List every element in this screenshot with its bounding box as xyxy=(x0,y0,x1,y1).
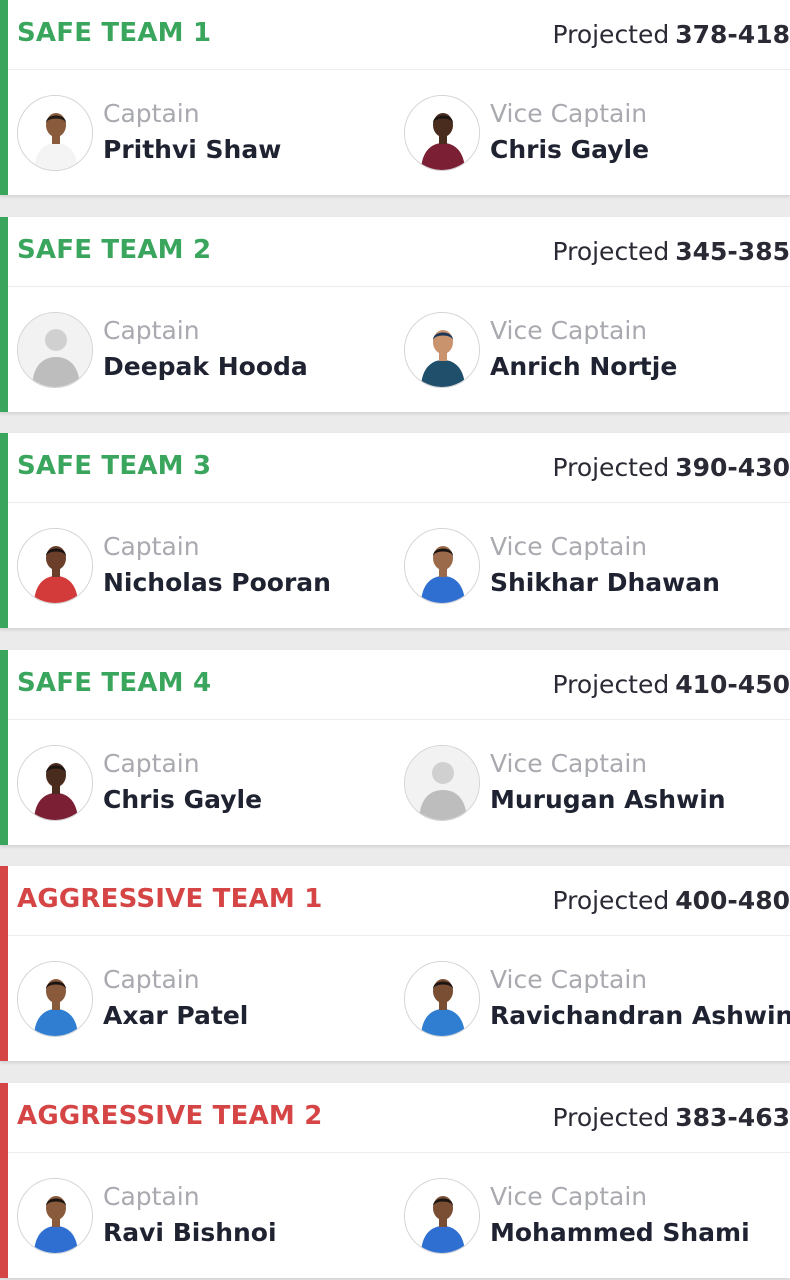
team-name: SAFE TEAM 1 xyxy=(17,18,212,48)
player-avatar xyxy=(404,1178,480,1254)
player-avatar xyxy=(17,311,93,388)
projected-score: Projected 345-385 xyxy=(552,237,790,266)
projected-range: 390-430 xyxy=(675,453,790,483)
player-avatar xyxy=(404,95,480,171)
projected-range: 410-450 xyxy=(675,669,790,699)
team-card-header: SAFE TEAM 2 Projected 345-385 xyxy=(8,217,790,287)
player-avatar xyxy=(404,744,480,821)
projected-label: Projected xyxy=(552,886,670,916)
player-avatar xyxy=(404,528,480,605)
role-label: Vice Captain xyxy=(490,532,648,562)
team-card-header: SAFE TEAM 4 Projected 410-450 xyxy=(8,650,790,720)
player-photo-icon xyxy=(405,1179,479,1253)
player-name: Shikhar Dhawan xyxy=(490,568,720,598)
team-card[interactable]: SAFE TEAM 1 Projected 378-418 Captain Prithv… xyxy=(0,0,790,195)
role-label: Captain xyxy=(103,315,200,345)
role-label: Vice Captain xyxy=(490,99,648,128)
role-label: Captain xyxy=(103,1182,200,1211)
projected-label: Projected xyxy=(552,1103,670,1132)
team-card[interactable]: SAFE TEAM 4 Projected 410-450 Captain Chris … xyxy=(0,649,790,845)
player-photo-icon xyxy=(405,96,479,170)
projected-range: 400-480 xyxy=(675,886,790,916)
player-name: Ravichandran Ashwin xyxy=(490,1001,790,1031)
team-card-header: SAFE TEAM 3 Projected 390-430 xyxy=(8,433,790,504)
team-name: AGGRESSIVE TEAM 1 xyxy=(17,884,323,915)
role-label: Vice Captain xyxy=(490,315,648,345)
role-label: Vice Captain xyxy=(490,965,648,995)
player-name: Ravi Bishnoi xyxy=(103,1218,277,1247)
player-name: Nicholas Pooran xyxy=(103,568,331,598)
projected-label: Projected xyxy=(552,453,670,483)
player-name: Chris Gayle xyxy=(103,784,263,814)
player-photo-icon xyxy=(405,962,479,1037)
projected-label: Projected xyxy=(552,669,670,699)
player-photo-icon xyxy=(405,529,479,604)
player-photo-icon xyxy=(18,962,92,1037)
player-photo-icon xyxy=(405,312,479,387)
player-photo-icon xyxy=(18,529,92,604)
team-name: SAFE TEAM 3 xyxy=(17,451,212,482)
player-name: Anrich Nortje xyxy=(490,351,678,381)
player-name: Prithvi Shaw xyxy=(103,135,282,164)
projected-range: 378-418 xyxy=(675,20,790,49)
player-name: Axar Patel xyxy=(103,1001,249,1031)
player-photo-icon xyxy=(18,745,92,820)
team-card[interactable]: AGGRESSIVE TEAM 2 Projected 383-463 Captain… xyxy=(0,1083,790,1278)
team-name: SAFE TEAM 4 xyxy=(17,667,212,698)
projected-score: Projected 390-430 xyxy=(552,453,790,482)
player-name: Mohammed Shami xyxy=(490,1218,750,1247)
projected-score: Projected 400-480 xyxy=(552,886,790,915)
player-name: Deepak Hooda xyxy=(103,351,308,381)
team-card[interactable]: SAFE TEAM 3 Projected 390-430 Captain Nichol… xyxy=(0,433,790,629)
player-placeholder-icon xyxy=(18,312,92,387)
player-avatar xyxy=(17,744,93,821)
role-label: Captain xyxy=(103,965,200,995)
projected-label: Projected xyxy=(552,20,670,49)
projected-label: Projected xyxy=(552,236,670,266)
player-photo-icon xyxy=(18,1179,92,1253)
player-avatar xyxy=(404,961,480,1038)
player-avatar xyxy=(17,528,93,605)
team-card[interactable]: SAFE TEAM 2 Projected 345-385 Captain Deepak… xyxy=(0,216,790,412)
team-card-header: AGGRESSIVE TEAM 1 Projected 400-480 xyxy=(8,866,790,937)
player-photo-icon xyxy=(18,96,92,170)
projected-range: 345-385 xyxy=(675,236,790,266)
team-card-header: SAFE TEAM 1 Projected 378-418 xyxy=(8,0,790,70)
role-label: Vice Captain xyxy=(490,748,648,778)
role-label: Captain xyxy=(103,99,200,128)
projected-score: Projected 378-418 xyxy=(552,20,790,49)
player-placeholder-icon xyxy=(405,745,479,820)
team-card-header: AGGRESSIVE TEAM 2 Projected 383-463 xyxy=(8,1083,790,1153)
team-name: AGGRESSIVE TEAM 2 xyxy=(17,1101,323,1131)
team-name: SAFE TEAM 2 xyxy=(17,234,212,265)
projected-range: 383-463 xyxy=(675,1103,790,1132)
role-label: Captain xyxy=(103,748,200,778)
team-card[interactable]: AGGRESSIVE TEAM 1 Projected 400-480 Captain… xyxy=(0,866,790,1062)
player-avatar xyxy=(17,95,93,171)
player-avatar xyxy=(17,1178,93,1254)
player-name: Chris Gayle xyxy=(490,135,650,164)
role-label: Captain xyxy=(103,532,200,562)
player-avatar xyxy=(404,311,480,388)
player-avatar xyxy=(17,961,93,1038)
projected-score: Projected 383-463 xyxy=(552,1103,790,1132)
projected-score: Projected 410-450 xyxy=(552,670,790,699)
player-name: Murugan Ashwin xyxy=(490,784,726,814)
team-list: SAFE TEAM 1 Projected 378-418 Captain Prithv… xyxy=(0,0,790,1280)
role-label: Vice Captain xyxy=(490,1182,648,1211)
